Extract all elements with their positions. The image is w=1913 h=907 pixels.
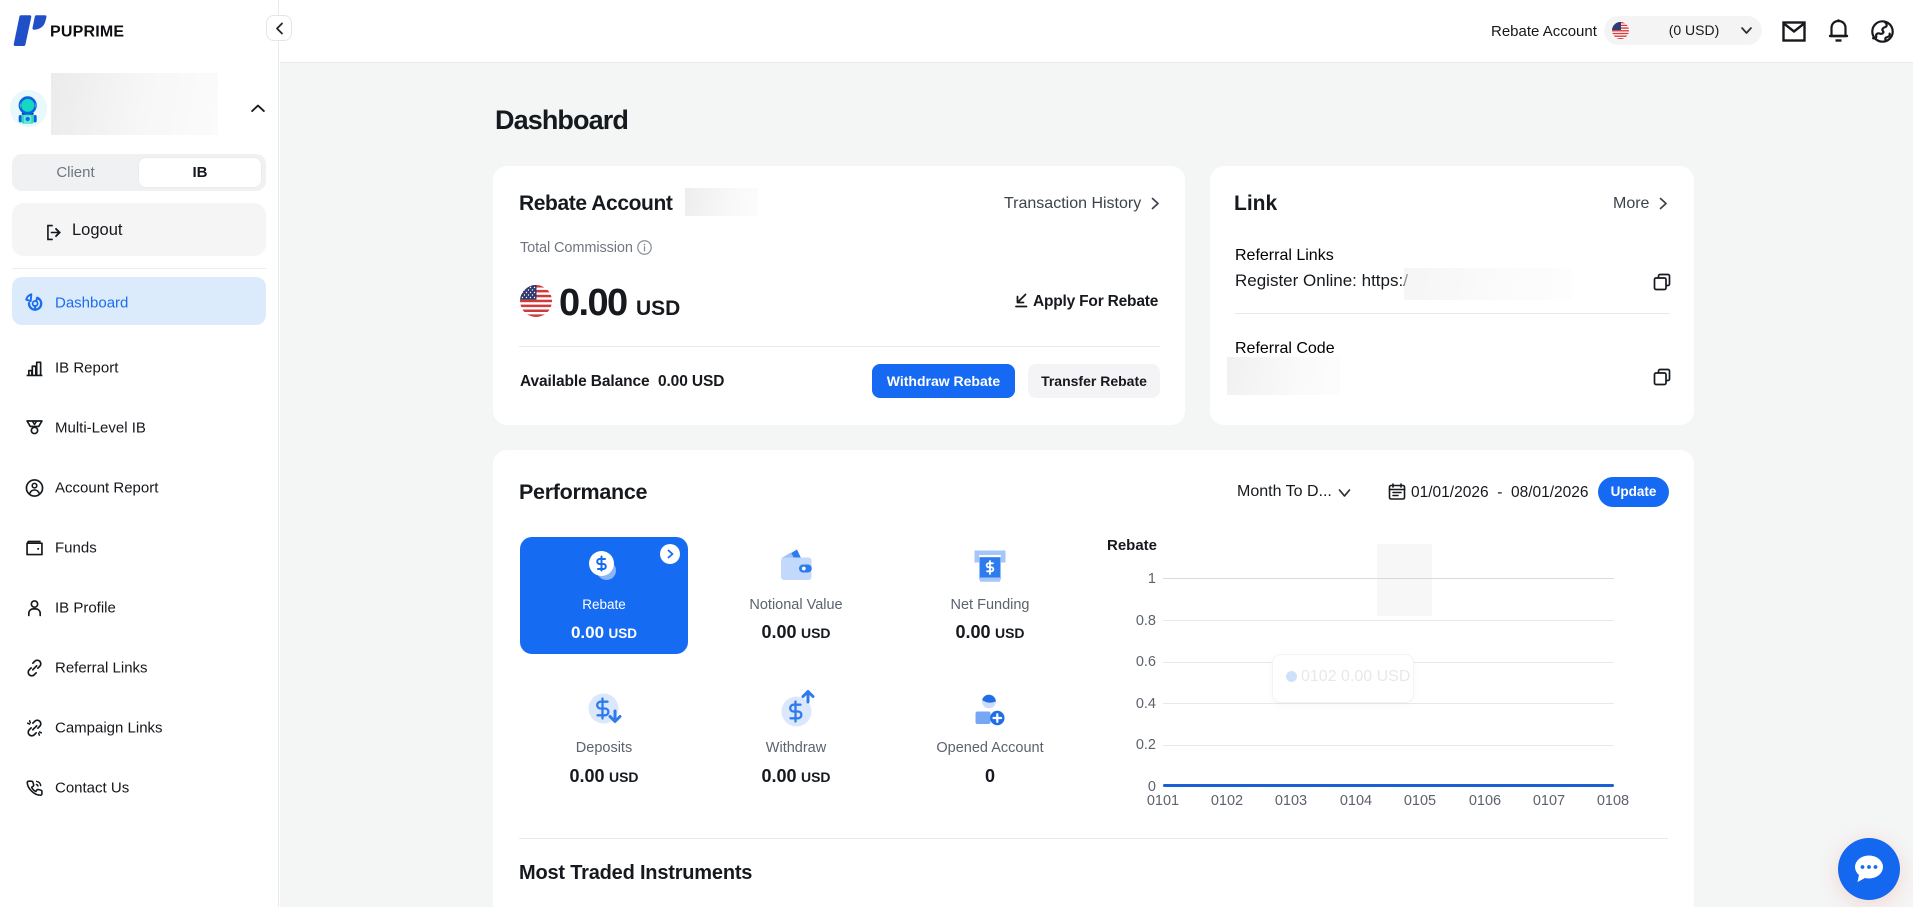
svg-text:PUPRIME: PUPRIME xyxy=(50,24,124,41)
